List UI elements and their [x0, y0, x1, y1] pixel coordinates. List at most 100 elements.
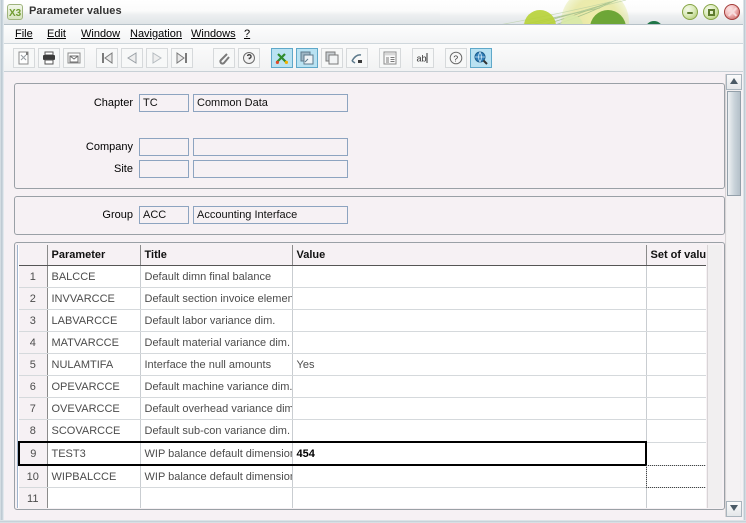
cell-set-of-values[interactable] — [646, 331, 706, 354]
cell-parameter[interactable]: NULAMTIFA — [47, 353, 141, 376]
parameters-grid[interactable]: Parameter Title Value Set of values 1BAL… — [17, 245, 706, 508]
report-icon[interactable] — [379, 48, 401, 68]
cell-set-of-values[interactable] — [646, 487, 706, 508]
tools-icon[interactable] — [271, 48, 293, 68]
row-number[interactable]: 6 — [19, 375, 48, 398]
row-number[interactable]: 8 — [19, 419, 48, 443]
cell-set-of-values[interactable] — [646, 465, 706, 488]
row-number[interactable]: 9 — [18, 441, 48, 466]
cell-value[interactable]: 454 — [292, 441, 647, 466]
cell-parameter[interactable]: WIPBALCCE — [47, 465, 141, 488]
scrollbar-thumb[interactable] — [727, 91, 741, 196]
maximize-button[interactable] — [703, 4, 719, 20]
column-header-value[interactable]: Value — [292, 245, 647, 266]
chapter-description-input[interactable]: Common Data — [193, 94, 348, 112]
cell-parameter[interactable]: OPEVARCCE — [47, 375, 141, 398]
chapter-code-input[interactable]: TC — [139, 94, 189, 112]
table-row[interactable]: 10 WIPBALCCE WIP balance default dimension — [19, 465, 706, 488]
table-row[interactable]: 2 INVVARCCE Default section invoice elemen — [19, 287, 706, 310]
cell-title[interactable]: Default overhead variance dim — [140, 397, 293, 420]
scroll-down-icon[interactable] — [726, 501, 742, 517]
cell-value[interactable] — [292, 465, 647, 488]
cell-value[interactable] — [292, 309, 647, 332]
first-record-icon[interactable] — [96, 48, 118, 68]
row-number[interactable]: 2 — [19, 287, 48, 310]
cell-set-of-values[interactable] — [646, 309, 706, 332]
attachment-icon[interactable] — [213, 48, 235, 68]
grid-vertical-scrollbar[interactable] — [707, 245, 722, 508]
cell-set-of-values[interactable] — [646, 442, 706, 466]
cell-parameter[interactable]: SCOVARCCE — [47, 419, 141, 443]
cell-value[interactable] — [292, 331, 647, 354]
cell-parameter[interactable]: LABVARCCE — [47, 309, 141, 332]
text-icon[interactable]: ab — [412, 48, 434, 68]
menu-item-edit[interactable]: Edit — [46, 28, 67, 40]
close-button[interactable] — [724, 4, 740, 20]
minimize-button[interactable] — [682, 4, 698, 20]
table-row[interactable]: 5 NULAMTIFA Interface the null amounts Yes — [19, 353, 706, 376]
row-number[interactable]: 3 — [19, 309, 48, 332]
row-number[interactable]: 7 — [19, 397, 48, 420]
cell-title[interactable]: Default labor variance dim. — [140, 309, 293, 332]
table-row[interactable]: 1 BALCCE Default dimn final balance — [19, 265, 706, 288]
duplicate-icon[interactable] — [321, 48, 343, 68]
cell-title[interactable]: Default sub-con variance dim. — [140, 419, 293, 443]
print-icon[interactable] — [38, 48, 60, 68]
cell-parameter[interactable]: MATVARCCE — [47, 331, 141, 354]
cell-title[interactable]: Default machine variance dim. — [140, 375, 293, 398]
cell-parameter[interactable]: TEST3 — [47, 441, 141, 466]
cell-title[interactable] — [140, 487, 293, 508]
cell-parameter[interactable]: BALCCE — [47, 265, 141, 288]
menu-item-navigation[interactable]: Navigation — [129, 28, 183, 40]
group-code-input[interactable]: ACC — [139, 206, 189, 224]
table-row[interactable]: 7 OVEVARCCE Default overhead variance dim — [19, 397, 706, 420]
table-row[interactable]: 6 OPEVARCCE Default machine variance dim. — [19, 375, 706, 398]
cell-parameter[interactable]: INVVARCCE — [47, 287, 141, 310]
cell-title[interactable]: Default dimn final balance — [140, 265, 293, 288]
table-row[interactable]: 4 MATVARCCE Default material variance dim. — [19, 331, 706, 354]
cell-title[interactable]: WIP balance default dimension — [140, 465, 293, 488]
cell-value[interactable] — [292, 287, 647, 310]
cell-value[interactable] — [292, 265, 647, 288]
export-icon[interactable] — [346, 48, 368, 68]
cell-value[interactable] — [292, 397, 647, 420]
cell-set-of-values[interactable] — [646, 375, 706, 398]
cell-set-of-values[interactable] — [646, 353, 706, 376]
cell-set-of-values[interactable] — [646, 397, 706, 420]
cell-value[interactable] — [292, 375, 647, 398]
cell-set-of-values[interactable] — [646, 265, 706, 288]
company-description-input[interactable] — [193, 138, 348, 156]
cell-title[interactable]: Interface the null amounts — [140, 353, 293, 376]
last-record-icon[interactable] — [171, 48, 193, 68]
row-number[interactable]: 5 — [19, 353, 48, 376]
cell-value[interactable] — [292, 487, 647, 508]
menu-item-windows[interactable]: Windows — [190, 28, 237, 40]
site-code-input[interactable] — [139, 160, 189, 178]
info-icon[interactable] — [238, 48, 260, 68]
cell-title[interactable]: Default material variance dim. — [140, 331, 293, 354]
site-description-input[interactable] — [193, 160, 348, 178]
row-number[interactable]: 10 — [19, 465, 48, 488]
copy-icon[interactable] — [296, 48, 318, 68]
cell-set-of-values[interactable] — [646, 419, 706, 443]
table-row[interactable]: 9 TEST3 WIP balance default dimension 454 — [18, 441, 706, 466]
help-icon[interactable]: ? — [445, 48, 467, 68]
menu-item-file[interactable]: File — [14, 28, 34, 40]
window-vertical-scrollbar[interactable] — [725, 74, 742, 517]
group-description-input[interactable]: Accounting Interface — [193, 206, 348, 224]
scroll-up-icon[interactable] — [726, 74, 742, 90]
menu-item-window[interactable]: Window — [80, 28, 121, 40]
table-row[interactable]: 3 LABVARCCE Default labor variance dim. — [19, 309, 706, 332]
row-number[interactable]: 1 — [19, 265, 48, 288]
cell-set-of-values[interactable] — [646, 287, 706, 310]
cell-title[interactable]: WIP balance default dimension — [140, 441, 293, 466]
company-code-input[interactable] — [139, 138, 189, 156]
cell-value[interactable]: Yes — [292, 353, 647, 376]
new-icon[interactable] — [13, 48, 35, 68]
row-number[interactable]: 11 — [19, 487, 48, 508]
column-header-set-of-values[interactable]: Set of values — [646, 245, 706, 266]
table-row[interactable]: 8 SCOVARCCE Default sub-con variance dim. — [19, 419, 706, 443]
menu-item-help[interactable]: ? — [243, 28, 251, 40]
column-header-parameter[interactable]: Parameter — [47, 245, 141, 266]
cell-value[interactable] — [292, 419, 647, 443]
